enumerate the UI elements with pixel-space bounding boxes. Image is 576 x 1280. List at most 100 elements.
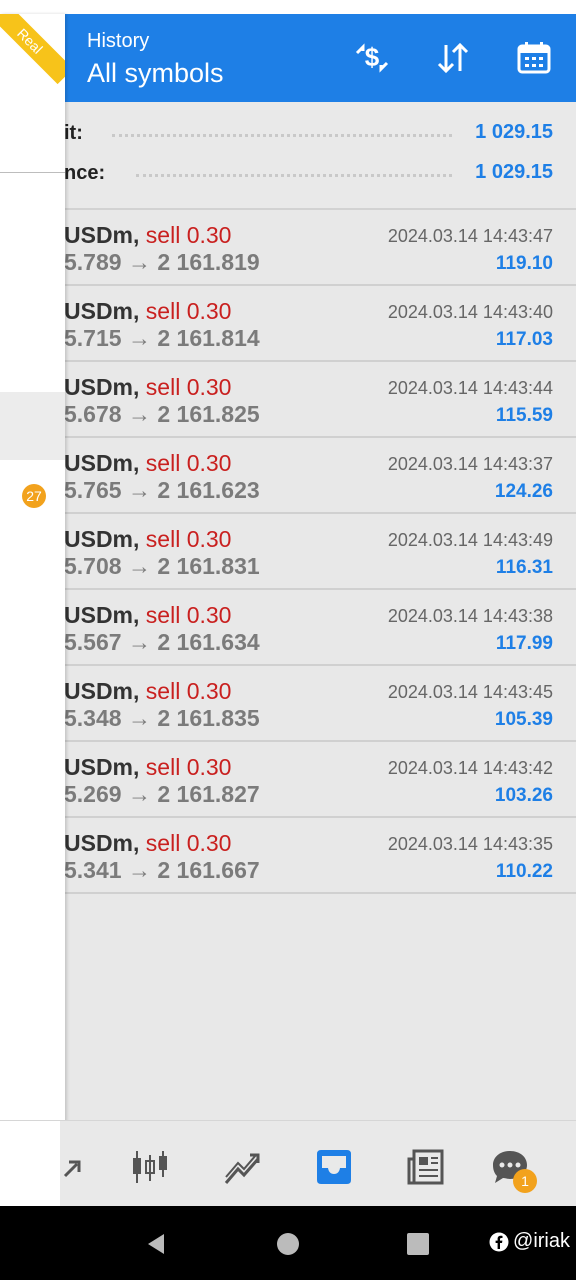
deal-profit: 115.59 (495, 405, 553, 426)
deal-symbol: USDm, sell 0.30 (64, 830, 231, 857)
deal-side: sell 0.30 (145, 222, 232, 248)
open-price: 5.765 (64, 477, 122, 503)
deal-prices: 5.765 → 2 161.623 (64, 477, 260, 503)
back-icon[interactable] (144, 1232, 168, 1261)
deal-time: 2024.03.14 14:43:37 (387, 454, 553, 474)
deal-time: 2024.03.14 14:43:44 (387, 378, 553, 398)
deal-symbol: USDm, sell 0.30 (64, 374, 231, 401)
android-nav-bar: @iriak (0, 1206, 576, 1280)
open-price: 5.348 (64, 705, 122, 731)
close-price: 2 161.835 (157, 705, 260, 731)
close-price: 2 161.667 (157, 857, 260, 883)
deal-side: sell 0.30 (145, 374, 232, 400)
summary-row: nce: 1 029.15 (0, 154, 576, 194)
symbol-text: USDm, (64, 450, 140, 476)
watermark: @iriak (489, 1230, 570, 1253)
summary-label: nce: (64, 162, 106, 184)
deal-row[interactable]: USDm, sell 0.30 5.715 → 2 161.814 2024.0… (0, 286, 576, 362)
open-price: 5.789 (64, 249, 122, 275)
summary-value: 1 029.15 (475, 121, 553, 143)
facebook-icon (489, 1232, 509, 1251)
deal-symbol: USDm, sell 0.30 (64, 298, 231, 325)
deal-side: sell 0.30 (145, 450, 232, 476)
sort-icon[interactable] (433, 38, 473, 78)
deal-side: sell 0.30 (145, 754, 232, 780)
symbol-filter[interactable]: All symbols (87, 58, 224, 89)
symbol-text: USDm, (64, 754, 140, 780)
close-price: 2 161.814 (157, 325, 260, 351)
account-type-ribbon: Real (0, 14, 65, 85)
deal-row[interactable]: USDm, sell 0.30 5.567 → 2 161.634 2024.0… (0, 590, 576, 666)
calendar-icon[interactable] (514, 38, 554, 78)
close-price: 2 161.634 (157, 629, 260, 655)
recents-icon[interactable] (406, 1232, 430, 1261)
deal-row[interactable]: USDm, sell 0.30 5.708 → 2 161.831 2024.0… (0, 514, 576, 590)
dotted-leader (136, 174, 452, 177)
bottom-nav: 1 (0, 1120, 576, 1207)
deal-symbol: USDm, sell 0.30 (64, 754, 231, 781)
deal-row[interactable]: USDm, sell 0.30 5.348 → 2 161.835 2024.0… (0, 666, 576, 742)
deal-profit: 116.31 (495, 557, 553, 578)
dotted-leader (112, 134, 452, 137)
deal-row[interactable]: USDm, sell 0.30 5.789 → 2 161.819 2024.0… (0, 210, 576, 286)
close-price: 2 161.827 (157, 781, 260, 807)
deal-time: 2024.03.14 14:43:38 (387, 606, 553, 626)
symbol-text: USDm, (64, 602, 140, 628)
symbol-text: USDm, (64, 298, 140, 324)
deal-symbol: USDm, sell 0.30 (64, 222, 231, 249)
close-price: 2 161.831 (157, 553, 260, 579)
deal-time: 2024.03.14 14:43:40 (387, 302, 553, 322)
symbol-text: USDm, (64, 374, 140, 400)
open-price: 5.269 (64, 781, 122, 807)
deal-row[interactable]: USDm, sell 0.30 5.341 → 2 161.667 2024.0… (0, 818, 576, 894)
deal-side: sell 0.30 (145, 678, 232, 704)
deal-profit: 117.03 (495, 329, 553, 350)
deal-symbol: USDm, sell 0.30 (64, 526, 231, 553)
currency-exchange-icon[interactable]: $ (352, 38, 392, 78)
deal-time: 2024.03.14 14:43:49 (387, 530, 553, 550)
side-drawer: Real 27 (0, 14, 65, 1206)
deal-prices: 5.678 → 2 161.825 (64, 401, 260, 427)
chart-icon[interactable] (128, 1145, 172, 1189)
close-price: 2 161.825 (157, 401, 260, 427)
deal-side: sell 0.30 (145, 526, 232, 552)
deal-profit: 117.99 (495, 633, 553, 654)
history-inbox-icon[interactable] (312, 1145, 356, 1189)
deal-side: sell 0.30 (145, 830, 232, 856)
deal-prices: 5.341 → 2 161.667 (64, 857, 260, 883)
deal-profit: 105.39 (494, 709, 553, 730)
open-price: 5.567 (64, 629, 122, 655)
deal-profit: 110.22 (495, 861, 553, 882)
symbol-text: USDm, (64, 830, 140, 856)
chat-badge: 1 (513, 1169, 537, 1193)
deals-list: USDm, sell 0.30 5.789 → 2 161.819 2024.0… (0, 210, 576, 894)
deal-row[interactable]: USDm, sell 0.30 5.765 → 2 161.623 2024.0… (0, 438, 576, 514)
deal-prices: 5.348 → 2 161.835 (64, 705, 260, 731)
deal-symbol: USDm, sell 0.30 (64, 602, 231, 629)
home-icon[interactable] (276, 1232, 300, 1261)
deal-symbol: USDm, sell 0.30 (64, 450, 231, 477)
drawer-selected-item[interactable] (0, 392, 65, 460)
deal-profit: 124.26 (494, 481, 553, 502)
status-bar (0, 0, 576, 14)
deal-row[interactable]: USDm, sell 0.30 5.678 → 2 161.825 2024.0… (0, 362, 576, 438)
trade-icon[interactable] (46, 1145, 90, 1189)
open-price: 5.341 (64, 857, 122, 883)
account-summary: it: 1 029.15 nce: 1 029.15 (0, 102, 576, 210)
deal-row[interactable]: USDm, sell 0.30 5.269 → 2 161.827 2024.0… (0, 742, 576, 818)
svg-text:$: $ (365, 42, 380, 72)
deal-side: sell 0.30 (145, 602, 232, 628)
deal-prices: 5.269 → 2 161.827 (64, 781, 260, 807)
symbol-text: USDm, (64, 526, 140, 552)
symbol-text: USDm, (64, 678, 140, 704)
open-price: 5.708 (64, 553, 122, 579)
deal-prices: 5.789 → 2 161.819 (64, 249, 260, 275)
header-title: History (87, 30, 150, 52)
deal-profit: 103.26 (494, 785, 553, 806)
deal-prices: 5.567 → 2 161.634 (64, 629, 260, 655)
close-price: 2 161.819 (157, 249, 260, 275)
app-header: History All symbols $ (0, 14, 576, 102)
trend-icon[interactable] (220, 1145, 264, 1189)
news-icon[interactable] (404, 1145, 448, 1189)
summary-value: 1 029.15 (475, 161, 553, 183)
